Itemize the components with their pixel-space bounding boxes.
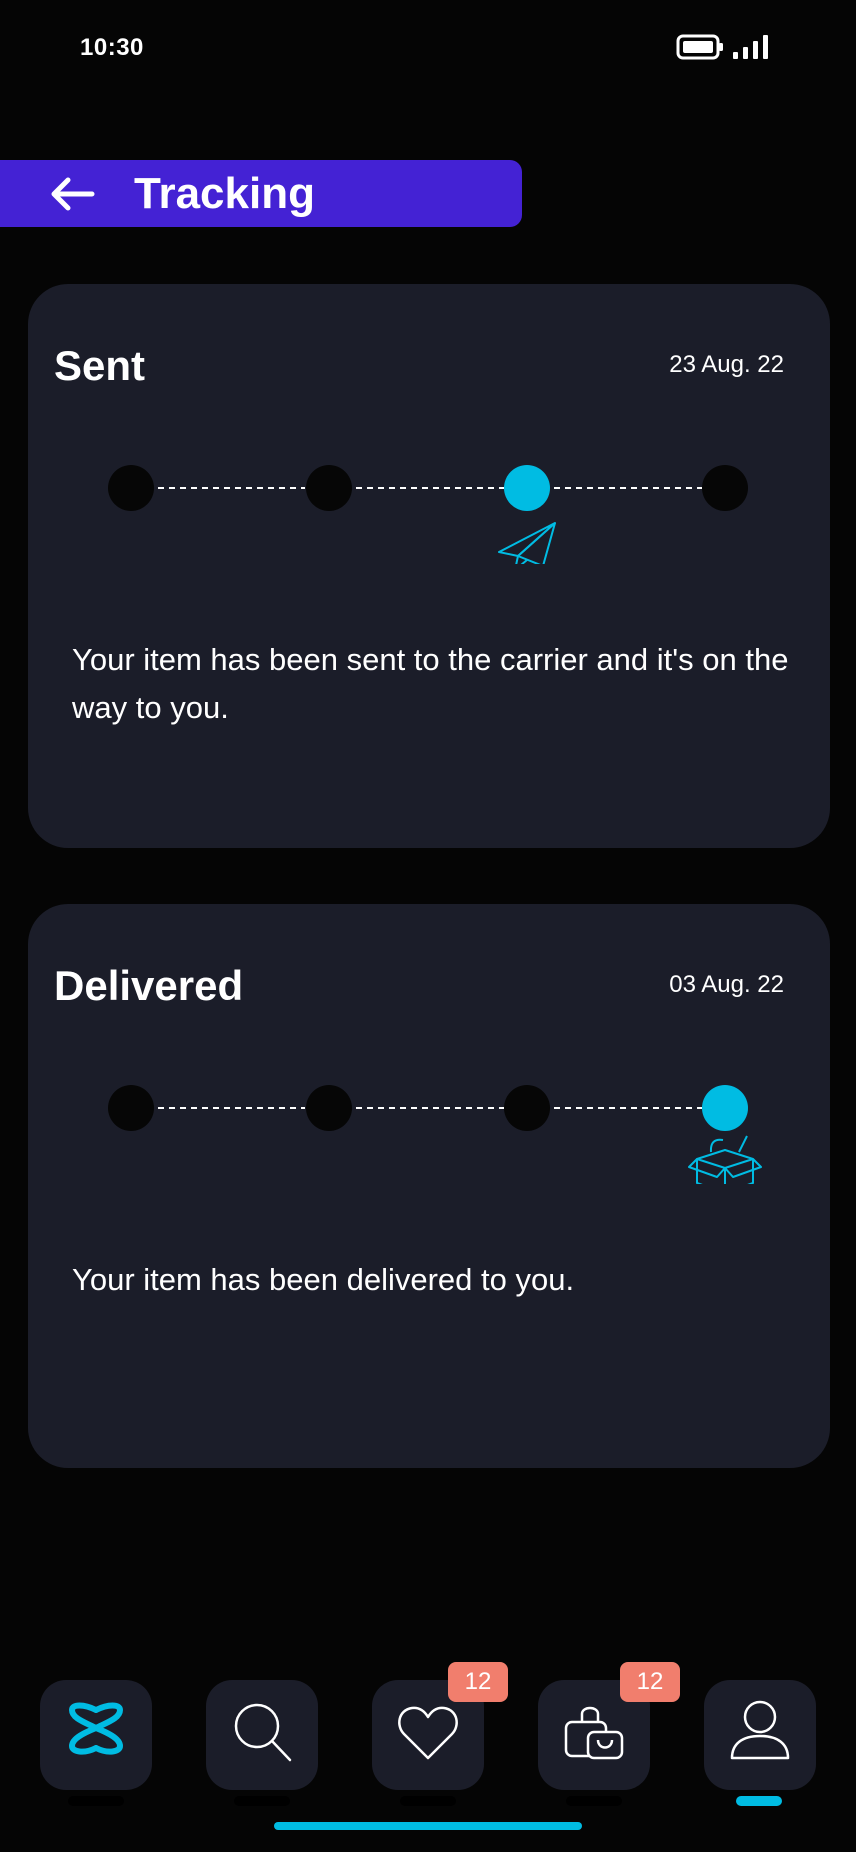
favorites-badge: 12 [448,1662,508,1702]
user-icon [730,1700,790,1760]
nav-indicator [68,1796,124,1806]
tracking-date: 23 Aug. 22 [669,351,784,378]
nav-indicator [566,1796,622,1806]
tracking-progress [108,465,748,564]
status-time: 10:30 [80,34,144,61]
nav-indicator [400,1796,456,1806]
progress-step [108,1085,154,1131]
tracking-description: Your item has been delivered to you. [72,1262,575,1297]
page-title: Tracking [134,169,315,218]
nav-search-button[interactable] [206,1680,318,1806]
progress-step [504,1085,550,1131]
progress-step [306,465,352,511]
tracking-status-title: Delivered [54,962,244,1009]
home-indicator [274,1822,582,1830]
tracking-status-title: Sent [54,342,146,389]
nav-indicator-active [736,1796,782,1806]
progress-step [108,465,154,511]
nav-home-button[interactable] [40,1680,152,1806]
open-box-icon [688,1135,762,1184]
search-icon [234,1703,292,1762]
paper-plane-icon [498,522,556,564]
logo-icon [68,1702,124,1755]
page-header: Tracking [0,160,522,227]
progress-step-active [504,465,550,511]
nav-indicator [234,1796,290,1806]
bag-badge: 12 [620,1662,680,1702]
tracking-progress [108,1085,762,1184]
tracking-description: Your item has been sent to the carrier a… [72,642,789,725]
bottom-nav: 12 12 [0,1660,856,1810]
tracking-card-delivered: Delivered 03 Aug. 22 Your item has been … [28,904,830,1468]
signal-icon [733,35,768,59]
heart-icon [398,1706,458,1760]
nav-profile-button[interactable] [704,1680,816,1806]
tracking-date: 03 Aug. 22 [669,971,784,998]
battery-icon [676,34,723,60]
arrow-left-icon[interactable] [48,174,96,214]
status-bar: 10:30 [0,0,856,96]
progress-step-active [702,1085,748,1131]
progress-step [702,465,748,511]
shopping-bag-icon [564,1706,624,1760]
tracking-card-sent: Sent 23 Aug. 22 Your item has been sent … [28,284,830,848]
progress-step [306,1085,352,1131]
